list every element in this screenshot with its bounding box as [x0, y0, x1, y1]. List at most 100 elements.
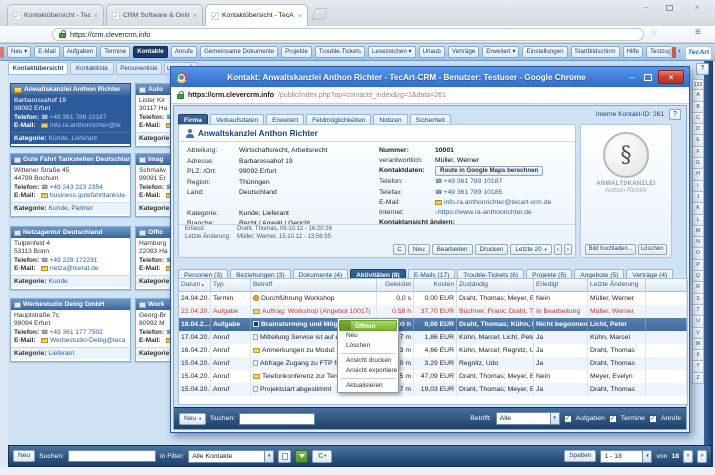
email-value[interactable]: netza@tcerat.de [50, 265, 98, 272]
activity-row[interactable]: 15.04.20…AnrufTelefonkonferenz zur Termi… [179, 370, 687, 383]
filter-apply-icon-button[interactable] [295, 450, 308, 463]
alphabet-V[interactable]: V [692, 328, 704, 339]
alphabet-M[interactable]: M [692, 226, 704, 237]
activity-search-input[interactable] [239, 413, 315, 425]
activity-row[interactable]: 18.04.2…AufgabeBrainstorming und Möglich… [179, 318, 687, 331]
toolbar-button-e-mail[interactable]: E-Mail [34, 46, 60, 58]
refresh-button[interactable]: C▾ [312, 450, 332, 463]
alphabet-I[interactable]: I [692, 181, 704, 192]
bearbeiten-button[interactable]: Bearbeiten [432, 244, 473, 255]
activity-row[interactable]: 15.04.20…AnrufProjektstart abgestimmt,7 … [179, 383, 687, 396]
letzte-20-dropdown[interactable]: Letzte 20 ▾ [510, 244, 551, 255]
contact-card[interactable]: Netzagentur DeutschlandTulpenfeld 453113… [10, 226, 131, 290]
email-value[interactable]: info.ra.anthonrichter@te [50, 122, 121, 129]
spalten-button[interactable]: Spalten [564, 450, 596, 462]
activity-row[interactable]: 15.04.20…AnrufAbfrage Zugang zu FTP für,… [179, 357, 687, 370]
alphabet-D[interactable]: D [692, 124, 704, 135]
context-menu-item-aktualisieren[interactable]: Aktualisieren [339, 381, 397, 391]
alphabet-123[interactable]: 123 [692, 79, 704, 90]
phone-value[interactable]: +49 361 177 7502 [49, 329, 102, 336]
toolbar-overflow-icon[interactable]: › [678, 46, 681, 55]
popup-maximize-icon[interactable] [644, 74, 652, 81]
neu-dropdown-button[interactable]: Neu ▾ [179, 413, 206, 425]
alphabet-G[interactable]: G [692, 158, 704, 169]
help-button[interactable]: ? [696, 63, 709, 75]
alphabet-Q[interactable]: Q [692, 271, 704, 282]
termine-checkbox[interactable]: ✓ [609, 415, 617, 423]
window-close-icon[interactable]: × [687, 2, 707, 15]
pager-prev-icon[interactable]: « [683, 450, 693, 463]
chevron-down-icon[interactable]: ▾ [264, 451, 273, 462]
alphabet-L[interactable]: L [692, 215, 704, 226]
route-google-maps-button[interactable]: Route in Google Maps berechnen [435, 166, 543, 176]
tab-close-icon[interactable]: × [94, 11, 98, 20]
toolbar-scroll-right-icon[interactable] [672, 47, 676, 58]
activity-row[interactable]: 22.04.20…AufgabeAuftrag: Workshop (Angeb… [179, 305, 687, 318]
alphabet-S[interactable]: S [692, 294, 704, 305]
toolbar-button-neu[interactable]: Neu ▾ [7, 46, 31, 58]
internet-value[interactable]: https://www.ra-anthonrichter.de [438, 209, 532, 216]
toolbar-scroll-left-icon[interactable] [0, 47, 4, 58]
popup-close-button[interactable]: × [658, 70, 684, 84]
context-menu-item-ansicht-exportieren[interactable]: Ansicht exportieren [339, 366, 397, 376]
toolbar-button-kontakte[interactable]: Kontakte [133, 46, 167, 58]
column-header-letzte-änderung[interactable]: Letzte Änderung [588, 279, 646, 291]
toolbar-button-trouble-tickets[interactable]: Trouble-Tickets [315, 46, 365, 58]
toolbar-button-termine[interactable]: Termine [100, 46, 130, 58]
window-minimize-icon[interactable]: – [636, 2, 656, 15]
popup-urlbar[interactable]: https://crm.clevercrm.info/public/index.… [171, 87, 689, 104]
chevron-down-icon[interactable]: ▾ [550, 413, 559, 424]
toolbar-button-gemeinsame-dokumente[interactable]: Gemeinsame Dokumente [200, 46, 278, 58]
alphabet-T[interactable]: T [692, 305, 704, 316]
email-value[interactable]: Werbestudio-Debig@teca [50, 337, 125, 344]
refresh-button[interactable]: C [393, 244, 406, 255]
tab-kontaktliste[interactable]: Kontaktliste [70, 62, 114, 75]
omnibox[interactable]: https://crm.clevercrm.info [52, 28, 644, 41]
browser-tab-2[interactable]: ✓ CRM Software & Online C × [106, 4, 203, 26]
alphabet-A[interactable]: A [692, 90, 704, 101]
chrome-menu-icon[interactable]: ≡ [695, 27, 701, 38]
telefax-value[interactable]: +49 361 789 10185 [443, 189, 502, 196]
anrufe-checkbox[interactable]: ✓ [649, 415, 657, 423]
neu-button[interactable]: Neu [408, 244, 430, 255]
phone-value[interactable]: +49 361 789 10187 [49, 114, 106, 121]
toolbar-button-erweitert[interactable]: Erweitert ▾ [482, 46, 519, 58]
alphabet-N[interactable]: N [692, 237, 704, 248]
popup-minimize-icon[interactable]: – [626, 72, 638, 82]
alphabet-X[interactable]: X [692, 350, 704, 361]
window-maximize-icon[interactable] [666, 5, 673, 11]
popup-titlebar[interactable]: Kontakt: Anwaltskanzlei Anthon Richter -… [171, 67, 689, 87]
phone-value[interactable]: +49 243 223 2354 [49, 184, 102, 191]
alphabet-P[interactable]: P [692, 260, 704, 271]
context-menu-item-löschen[interactable]: Löschen [339, 341, 397, 351]
neu-button[interactable]: Neu [13, 450, 35, 462]
phone-value[interactable]: +49 228 172231 [49, 257, 97, 264]
alphabet-F[interactable]: F [692, 147, 704, 158]
telefon-value[interactable]: +49 361 789 10187 [443, 178, 502, 185]
context-menu-item-öffnen[interactable]: Öffnen [339, 320, 397, 331]
context-menu-item-ansicht-drucken[interactable]: Ansicht drucken [339, 356, 397, 366]
alphabet-B[interactable]: B [692, 102, 704, 113]
alphabet-E[interactable]: E [692, 135, 704, 146]
alphabet-R[interactable]: R [692, 282, 704, 293]
toolbar-button-testzugang[interactable]: Testzugang? [646, 46, 670, 58]
tab-kontaktuebersicht[interactable]: Kontaktübersicht [8, 62, 68, 75]
alphabet-U[interactable]: U [692, 316, 704, 327]
activity-row[interactable]: 24.04.20…TerminDurchführung Workshop0,0 … [179, 292, 687, 305]
new-tab-button[interactable] [311, 8, 328, 20]
filter-select[interactable]: Alle Kontakte▾ [188, 450, 274, 463]
alphabet-Y[interactable]: Y [692, 361, 704, 372]
betrifft-select[interactable]: Alle▾ [496, 412, 560, 425]
toolbar-button-hilfe[interactable]: Hilfe [623, 46, 643, 58]
contact-card[interactable]: Gute Fahrt Tankstellen DeutschlandWitten… [10, 153, 131, 217]
alphabet-K[interactable]: K [692, 203, 704, 214]
column-header-typ[interactable]: Typ [211, 279, 251, 291]
popup-help-button[interactable]: ? [669, 109, 681, 120]
toolbar-button-startbildschirm[interactable]: Startbildschirm [571, 46, 620, 58]
aufgaben-checkbox[interactable]: ✓ [564, 415, 572, 423]
toolbar-button-lesezeichen[interactable]: Lesezeichen ▾ [368, 46, 416, 58]
email-value[interactable]: business.gutefahrttankste [50, 192, 125, 199]
bild-hochladen-button[interactable]: Bild hochladen... [585, 244, 635, 255]
search-input[interactable] [68, 450, 156, 462]
column-header-zuständig[interactable]: Zuständig [457, 279, 534, 291]
